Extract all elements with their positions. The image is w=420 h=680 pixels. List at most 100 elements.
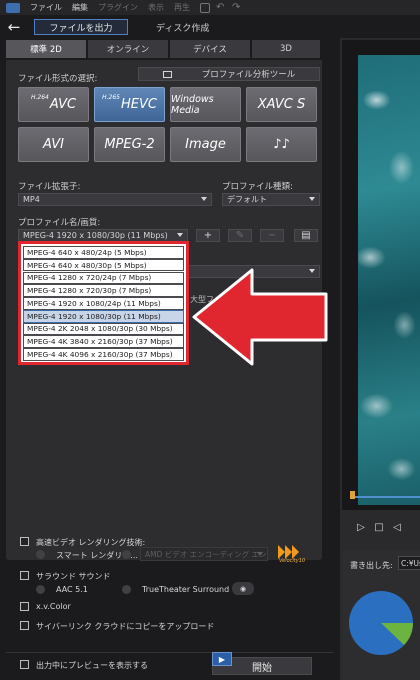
smart-render-radio[interactable] bbox=[36, 550, 45, 559]
arrow-shape bbox=[192, 268, 328, 366]
format-button-mpeg2[interactable]: MPEG-2 bbox=[94, 127, 165, 162]
format-label: AVI bbox=[43, 137, 64, 152]
profile-type-dropdown[interactable]: デフォルト bbox=[222, 193, 320, 206]
format-button-audio[interactable]: ♪♪ bbox=[246, 127, 317, 162]
analyzer-icon bbox=[162, 70, 172, 78]
preview-window: ▷ □ ◁ bbox=[342, 40, 420, 533]
surround-label: サラウンド サウンド bbox=[36, 572, 111, 581]
seek-knob[interactable] bbox=[350, 491, 355, 499]
format-label: Windows Media bbox=[171, 93, 214, 116]
profile-dropdown-list: MPEG-4 640 x 480/24p (5 Mbps) MPEG-4 640 … bbox=[18, 241, 189, 365]
format-label: ♪♪ bbox=[273, 137, 290, 152]
seek-bar[interactable] bbox=[352, 496, 420, 498]
menu-plugin[interactable]: プラグイン bbox=[98, 2, 138, 13]
format-prefix: H.265 bbox=[102, 94, 120, 101]
format-button-windows-media[interactable]: Windows Media bbox=[170, 87, 241, 122]
subtab-online[interactable]: オンライン bbox=[88, 40, 170, 58]
output-subtabs: 標準 2D オンライン デバイス 3D bbox=[6, 40, 334, 58]
menu-file[interactable]: ファイル bbox=[30, 2, 62, 13]
velocity-chevron bbox=[292, 545, 299, 559]
output-destination-section: 書き出し先: C:¥Us bbox=[342, 550, 420, 680]
profile-option[interactable]: MPEG-4 1920 x 1080/24p (11 Mbps) bbox=[23, 297, 184, 310]
delete-profile-button[interactable]: − bbox=[260, 229, 284, 242]
profile-option[interactable]: MPEG-4 640 x 480/30p (5 Mbps) bbox=[23, 258, 184, 272]
aac-radio[interactable] bbox=[36, 585, 45, 594]
format-label: AVC bbox=[49, 97, 77, 112]
format-label: HEVC bbox=[120, 97, 157, 112]
profile-option[interactable]: MPEG-4 640 x 480/24p (5 Mbps) bbox=[23, 246, 184, 259]
velocity-text: Velocity10 bbox=[279, 558, 306, 564]
hw-accel-label: 高速ビデオ レンダリング技術: bbox=[36, 538, 146, 547]
surround-checkbox[interactable] bbox=[20, 571, 29, 580]
chevron-down-icon bbox=[309, 197, 315, 201]
format-button-hevc[interactable]: H.265 HEVC bbox=[94, 87, 165, 122]
start-button[interactable]: ▶ 開始 bbox=[212, 652, 312, 675]
redo-icon[interactable]: ↷ bbox=[232, 2, 242, 13]
format-label: Image bbox=[185, 137, 226, 152]
truetheater-radio[interactable] bbox=[122, 585, 131, 594]
xvcolor-label: x.v.Color bbox=[36, 602, 71, 611]
profile-option[interactable]: MPEG-4 1920 x 1080/30p (11 Mbps) bbox=[23, 309, 184, 323]
format-label: XAVC S bbox=[257, 97, 306, 112]
profile-option[interactable]: MPEG-4 4K 4096 x 2160/30p (37 Mbps) bbox=[23, 348, 184, 361]
hw-accel-checkbox[interactable] bbox=[20, 537, 29, 546]
profile-option[interactable]: MPEG-4 2K 2048 x 1080/30p (30 Mbps) bbox=[23, 322, 184, 336]
chevron-down-icon bbox=[177, 233, 183, 237]
mode-bar: ← ファイルを出力 ディスク作成 bbox=[0, 16, 420, 38]
velocity-chevron bbox=[278, 545, 285, 559]
play-icon[interactable]: ▷ bbox=[356, 522, 366, 533]
profile-analyzer-button[interactable]: プロファイル分析ツール bbox=[138, 67, 320, 81]
add-profile-button[interactable]: + bbox=[196, 229, 220, 242]
profile-name-label: プロファイル名/画質: bbox=[18, 218, 101, 228]
chevron-down-icon bbox=[201, 197, 207, 201]
velocity-chevron bbox=[285, 545, 292, 559]
save-icon[interactable] bbox=[200, 2, 210, 13]
file-extension-dropdown[interactable]: MP4 bbox=[18, 193, 212, 206]
subtab-standard-2d[interactable]: 標準 2D bbox=[6, 40, 88, 58]
profile-details-button[interactable]: ▤ bbox=[294, 229, 318, 242]
start-label: 開始 bbox=[252, 662, 272, 674]
edit-profile-button[interactable]: ✎ bbox=[228, 229, 252, 242]
disk-usage-pie bbox=[349, 591, 413, 655]
profile-option[interactable]: MPEG-4 1280 x 720/30p (7 Mbps) bbox=[23, 284, 184, 297]
preview-image bbox=[358, 55, 420, 505]
menu-bar: ファイル 編集 プラグイン 表示 再生 ↶ ↷ bbox=[0, 0, 420, 15]
app-logo-icon bbox=[6, 2, 20, 13]
red-annotation-arrow bbox=[192, 268, 328, 366]
preview-checkbox[interactable] bbox=[20, 660, 29, 669]
format-prefix: H.264 bbox=[30, 94, 49, 101]
tab-file-output[interactable]: ファイルを出力 bbox=[34, 19, 128, 35]
subtab-3d[interactable]: 3D bbox=[252, 40, 322, 58]
play-icon: ▶ bbox=[212, 652, 232, 666]
format-button-avc[interactable]: H.264 AVC bbox=[18, 87, 89, 122]
prev-frame-icon[interactable]: ◁ bbox=[392, 522, 402, 533]
velocity-logo: Velocity10 bbox=[274, 545, 314, 565]
cloud-upload-label: サイバーリンク クラウドにコピーをアップロード bbox=[36, 622, 215, 631]
menu-play[interactable]: 再生 bbox=[174, 2, 190, 13]
surround-settings-icon[interactable]: ◉ bbox=[232, 582, 254, 595]
format-button-image[interactable]: Image bbox=[170, 127, 241, 162]
hw-encoder-value: AMD ビデオ エンコーディング エン bbox=[145, 549, 267, 559]
menu-edit[interactable]: 編集 bbox=[72, 2, 88, 13]
xvcolor-checkbox[interactable] bbox=[20, 602, 29, 611]
profile-option[interactable]: MPEG-4 4K 3840 x 2160/30p (37 Mbps) bbox=[23, 335, 184, 349]
preview-label: 出力中にプレビューを表示する bbox=[36, 661, 148, 670]
format-label: MPEG-2 bbox=[104, 137, 155, 152]
format-button-xavc-s[interactable]: XAVC S bbox=[246, 87, 317, 122]
cloud-upload-checkbox[interactable] bbox=[20, 621, 29, 630]
back-arrow-icon[interactable]: ← bbox=[0, 18, 28, 36]
tab-disc-create[interactable]: ディスク作成 bbox=[156, 21, 209, 34]
destination-field[interactable]: C:¥Us bbox=[398, 556, 420, 570]
subtab-device[interactable]: デバイス bbox=[170, 40, 252, 58]
truetheater-label: TrueTheater Surround bbox=[142, 585, 230, 594]
playback-controls: ▷ □ ◁ bbox=[356, 522, 402, 533]
stop-icon[interactable]: □ bbox=[374, 522, 384, 533]
undo-icon[interactable]: ↶ bbox=[216, 2, 226, 13]
file-extension-value: MP4 bbox=[23, 195, 40, 204]
profile-analyzer-label: プロファイル分析ツール bbox=[201, 70, 296, 80]
format-button-avi[interactable]: AVI bbox=[18, 127, 89, 162]
profile-option[interactable]: MPEG-4 1280 x 720/24p (7 Mbps) bbox=[23, 271, 184, 285]
hw-encoder-dropdown[interactable]: AMD ビデオ エンコーディング エン bbox=[140, 547, 268, 561]
menu-view[interactable]: 表示 bbox=[148, 2, 164, 13]
hw-encoder-radio[interactable] bbox=[122, 550, 131, 559]
